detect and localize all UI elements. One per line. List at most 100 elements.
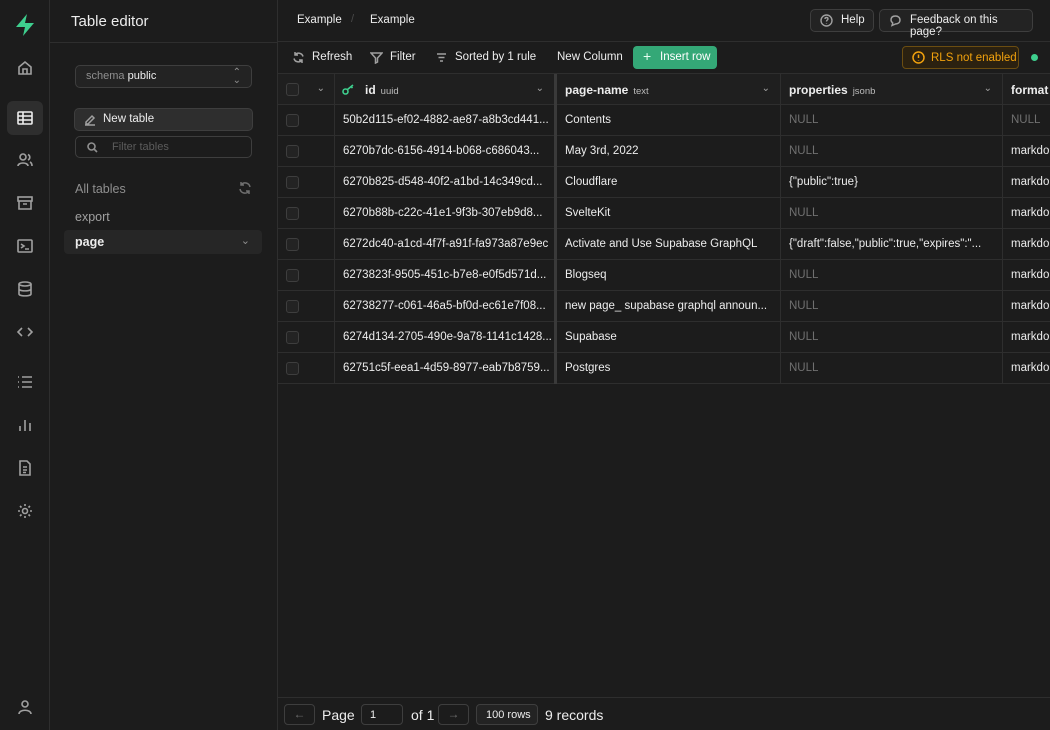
cell-id[interactable]: 50b2d115-ef02-4882-ae87-a8b3cd441...: [335, 105, 557, 136]
filter-tables-input[interactable]: Filter tables: [75, 136, 252, 158]
cell-page-name[interactable]: May 3rd, 2022: [557, 136, 781, 167]
row-checkbox[interactable]: [286, 331, 299, 344]
cell-id[interactable]: 62751c5f-eea1-4d59-8977-eab7b8759...: [335, 353, 557, 384]
row-checkbox[interactable]: [286, 362, 299, 375]
table-row[interactable]: 6270b825-d548-40f2-a1bd-14c349cd... Cloud…: [278, 167, 1050, 198]
filter-button[interactable]: Filter: [370, 51, 416, 64]
cell-format[interactable]: markdo: [1003, 136, 1050, 167]
cell-properties[interactable]: {"draft":false,"public":true,"expires":"…: [781, 229, 1003, 260]
column-header-page-name[interactable]: page-name text ⌄: [557, 74, 781, 105]
chevron-down-icon[interactable]: ⌄: [762, 83, 770, 94]
cell-id[interactable]: 6270b88b-c22c-41e1-9f3b-307eb9d8...: [335, 198, 557, 229]
insert-row-button[interactable]: + Insert row: [633, 46, 717, 69]
help-button[interactable]: Help: [810, 9, 874, 32]
chevron-down-icon[interactable]: ⌄: [536, 83, 544, 94]
cell-format[interactable]: markdo: [1003, 353, 1050, 384]
table-row[interactable]: 62751c5f-eea1-4d59-8977-eab7b8759... Post…: [278, 353, 1050, 384]
api-icon[interactable]: [7, 315, 43, 349]
cell-id[interactable]: 6270b7dc-6156-4914-b068-c686043...: [335, 136, 557, 167]
cell-properties[interactable]: {"public":true}: [781, 167, 1003, 198]
row-checkbox[interactable]: [286, 114, 299, 127]
cell-page-name[interactable]: Blogseq: [557, 260, 781, 291]
cell-format[interactable]: markdo: [1003, 198, 1050, 229]
refresh-tables-icon[interactable]: [238, 181, 252, 195]
cell-properties[interactable]: NULL: [781, 291, 1003, 322]
table-editor-icon[interactable]: [7, 101, 43, 135]
cell-format[interactable]: markdo: [1003, 260, 1050, 291]
row-expand-cell[interactable]: [308, 353, 335, 384]
cell-format[interactable]: markdo: [1003, 291, 1050, 322]
row-expand-cell[interactable]: [308, 198, 335, 229]
cell-id[interactable]: 62738277-c061-46a5-bf0d-ec61e7f08...: [335, 291, 557, 322]
rls-warning-button[interactable]: RLS not enabled: [902, 46, 1019, 69]
supabase-logo-icon[interactable]: [12, 12, 38, 38]
row-checkbox[interactable]: [286, 238, 299, 251]
cell-properties[interactable]: NULL: [781, 353, 1003, 384]
rows-per-page-select[interactable]: 100 rows: [476, 704, 538, 725]
cell-properties[interactable]: NULL: [781, 105, 1003, 136]
cell-page-name[interactable]: Supabase: [557, 322, 781, 353]
reports-icon[interactable]: [7, 408, 43, 442]
row-expand-cell[interactable]: [308, 260, 335, 291]
users-icon[interactable]: [7, 143, 43, 177]
cell-format[interactable]: NULL: [1003, 105, 1050, 136]
cell-id[interactable]: 6274d134-2705-490e-9a78-1141c1428...: [335, 322, 557, 353]
cell-page-name[interactable]: Postgres: [557, 353, 781, 384]
new-column-button[interactable]: New Column: [537, 51, 623, 63]
breadcrumb-project[interactable]: Example: [297, 14, 342, 26]
next-page-button[interactable]: →: [438, 704, 469, 725]
sidebar-item-export[interactable]: export: [64, 205, 262, 229]
cell-properties[interactable]: NULL: [781, 136, 1003, 167]
database-icon[interactable]: [7, 272, 43, 306]
schema-select[interactable]: schema public ⌃ ⌄: [75, 65, 252, 88]
row-checkbox[interactable]: [286, 300, 299, 313]
breadcrumb-branch[interactable]: Example: [370, 14, 415, 26]
cell-page-name[interactable]: Activate and Use Supabase GraphQL: [557, 229, 781, 260]
feedback-button[interactable]: Feedback on this page?: [879, 9, 1033, 38]
cell-id[interactable]: 6270b825-d548-40f2-a1bd-14c349cd...: [335, 167, 557, 198]
column-header-properties[interactable]: properties jsonb ⌄: [781, 74, 1003, 105]
cell-format[interactable]: markdo: [1003, 322, 1050, 353]
column-header-id[interactable]: id uuid ⌄: [335, 74, 557, 105]
table-row[interactable]: 50b2d115-ef02-4882-ae87-a8b3cd441... Cont…: [278, 105, 1050, 136]
row-checkbox[interactable]: [286, 207, 299, 220]
account-icon[interactable]: [7, 690, 43, 724]
row-expand-cell[interactable]: [308, 136, 335, 167]
cell-properties[interactable]: NULL: [781, 198, 1003, 229]
cell-page-name[interactable]: new page_ supabase graphql announ...: [557, 291, 781, 322]
new-table-button[interactable]: New table: [74, 108, 253, 131]
table-row[interactable]: 62738277-c061-46a5-bf0d-ec61e7f08... new …: [278, 291, 1050, 322]
row-checkbox[interactable]: [286, 269, 299, 282]
row-checkbox[interactable]: [286, 176, 299, 189]
select-all-checkbox[interactable]: [286, 83, 299, 96]
cell-properties[interactable]: NULL: [781, 260, 1003, 291]
previous-page-button[interactable]: ←: [284, 704, 315, 725]
row-expand-cell[interactable]: [308, 105, 335, 136]
table-row[interactable]: 6274d134-2705-490e-9a78-1141c1428... Supa…: [278, 322, 1050, 353]
storage-icon[interactable]: [7, 186, 43, 220]
row-expand-cell[interactable]: [308, 322, 335, 353]
table-row[interactable]: 6272dc40-a1cd-4f7f-a91f-fa973a87e9ec Acti…: [278, 229, 1050, 260]
home-icon[interactable]: [7, 51, 43, 85]
page-number-input[interactable]: 1: [361, 704, 403, 725]
cell-properties[interactable]: NULL: [781, 322, 1003, 353]
chevron-down-icon[interactable]: ⌄: [984, 83, 992, 94]
expand-column-cell[interactable]: ⌄: [308, 74, 335, 105]
cell-id[interactable]: 6272dc40-a1cd-4f7f-a91f-fa973a87e9ec: [335, 229, 557, 260]
cell-format[interactable]: markdo: [1003, 167, 1050, 198]
logs-icon[interactable]: [7, 365, 43, 399]
row-expand-cell[interactable]: [308, 291, 335, 322]
sql-editor-icon[interactable]: [7, 229, 43, 263]
sidebar-item-page[interactable]: page ⌄: [64, 230, 262, 254]
cell-page-name[interactable]: SvelteKit: [557, 198, 781, 229]
row-checkbox[interactable]: [286, 145, 299, 158]
cell-format[interactable]: markdo: [1003, 229, 1050, 260]
docs-icon[interactable]: [7, 451, 43, 485]
column-header-format[interactable]: format: [1003, 74, 1050, 105]
cell-page-name[interactable]: Contents: [557, 105, 781, 136]
row-expand-cell[interactable]: [308, 229, 335, 260]
refresh-button[interactable]: Refresh: [292, 51, 352, 63]
chevron-down-icon[interactable]: ⌄: [241, 234, 250, 247]
table-row[interactable]: 6270b88b-c22c-41e1-9f3b-307eb9d8... Svelt…: [278, 198, 1050, 229]
table-row[interactable]: 6270b7dc-6156-4914-b068-c686043... May 3r…: [278, 136, 1050, 167]
